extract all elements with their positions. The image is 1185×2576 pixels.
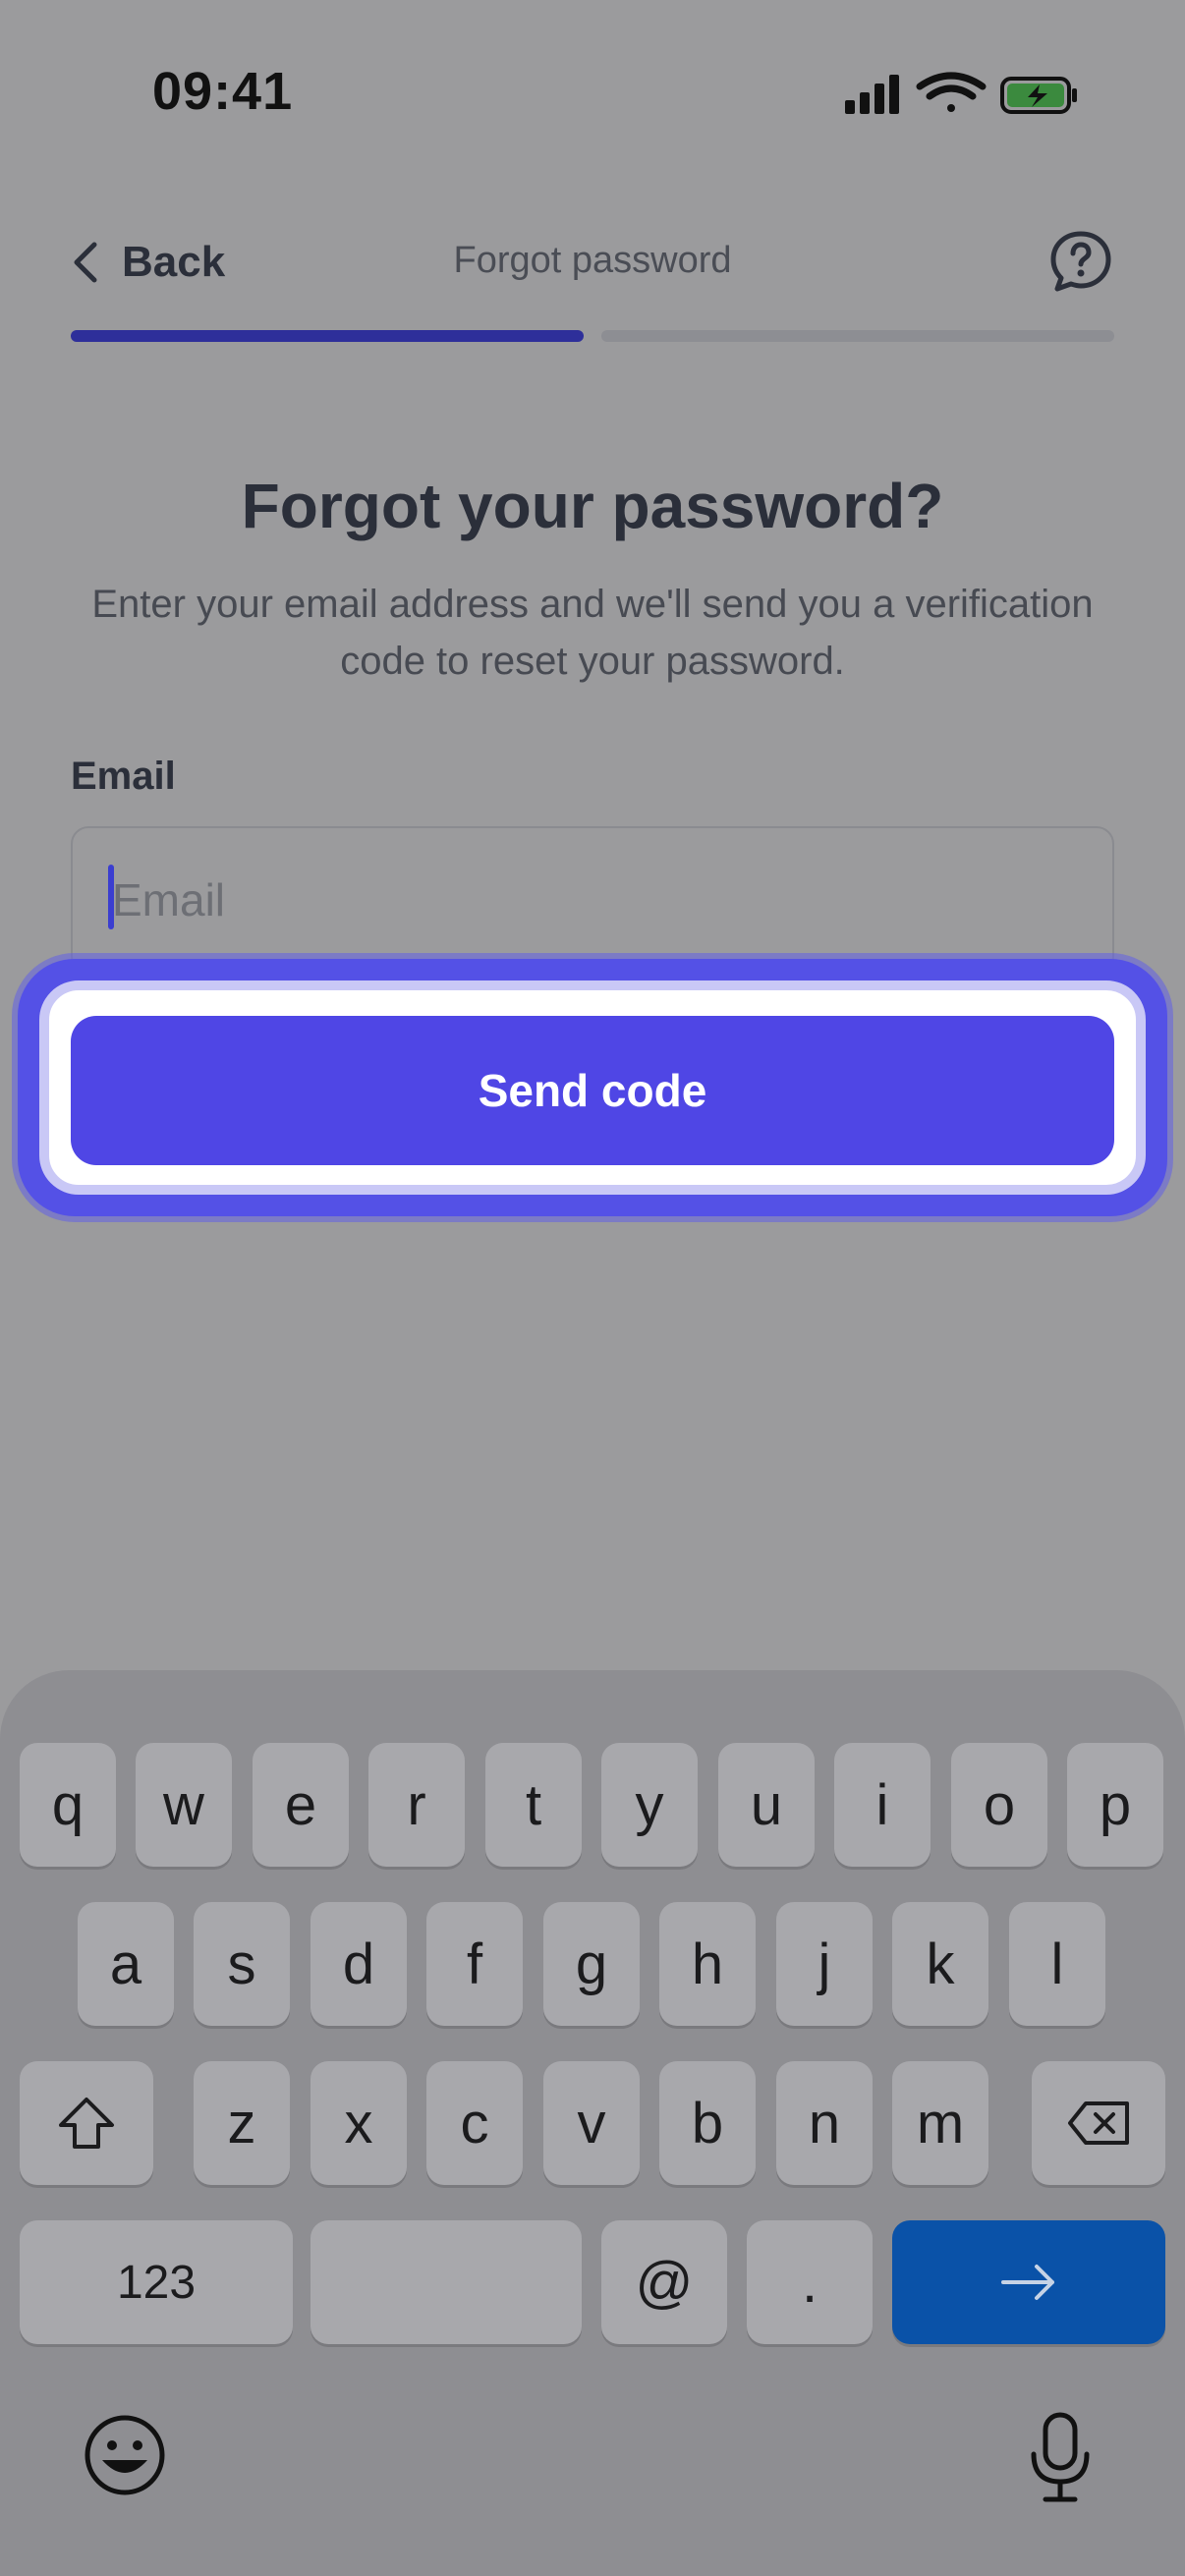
status-icons <box>845 72 1077 114</box>
text-caret <box>108 865 114 929</box>
key-a[interactable]: a <box>78 1902 174 2026</box>
key-q[interactable]: q <box>20 1743 116 1867</box>
key-k[interactable]: k <box>892 1902 988 2026</box>
shift-key[interactable] <box>20 2061 153 2185</box>
dot-key[interactable]: . <box>747 2220 873 2344</box>
backspace-icon <box>1068 2101 1129 2145</box>
key-z[interactable]: z <box>194 2061 290 2185</box>
at-key[interactable]: @ <box>601 2220 727 2344</box>
battery-charging-icon <box>1000 77 1077 114</box>
help-chat-icon[interactable] <box>1049 230 1112 293</box>
screen-title: Forgot password <box>453 240 732 281</box>
key-r[interactable]: r <box>368 1743 465 1867</box>
key-l[interactable]: l <box>1009 1902 1105 2026</box>
key-x[interactable]: x <box>310 2061 407 2185</box>
page-description: Enter your email address and we'll send … <box>91 583 1094 683</box>
backspace-key[interactable] <box>1032 2061 1165 2185</box>
email-label: Email <box>71 755 176 798</box>
key-j[interactable]: j <box>776 1902 873 2026</box>
wifi-icon <box>916 72 987 112</box>
key-c[interactable]: c <box>426 2061 523 2185</box>
key-g[interactable]: g <box>543 1902 640 2026</box>
key-t[interactable]: t <box>485 1743 582 1867</box>
page-heading: Forgot your password? <box>241 471 944 541</box>
key-d[interactable]: d <box>310 1902 407 2026</box>
key-m[interactable]: m <box>892 2061 988 2185</box>
key-y[interactable]: y <box>601 1743 698 1867</box>
send-code-button[interactable]: Send code <box>71 1016 1114 1165</box>
numbers-key[interactable]: 123 <box>20 2220 293 2344</box>
key-b[interactable]: b <box>659 2061 756 2185</box>
space-key[interactable] <box>310 2220 582 2344</box>
key-o[interactable]: o <box>951 1743 1047 1867</box>
emoji-icon[interactable] <box>83 2413 167 2497</box>
key-s[interactable]: s <box>194 1902 290 2026</box>
key-i[interactable]: i <box>834 1743 931 1867</box>
back-label: Back <box>122 238 226 286</box>
key-v[interactable]: v <box>543 2061 640 2185</box>
key-w[interactable]: w <box>136 1743 232 1867</box>
key-f[interactable]: f <box>426 1902 523 2026</box>
back-button[interactable]: Back <box>71 228 225 297</box>
shift-icon <box>59 2098 114 2149</box>
chevron-left-icon <box>74 242 97 283</box>
key-u[interactable]: u <box>718 1743 815 1867</box>
key-h[interactable]: h <box>659 1902 756 2026</box>
return-arrow-icon <box>1001 2265 1054 2300</box>
step-progress <box>71 330 1114 342</box>
progress-step-active <box>71 330 584 342</box>
key-p[interactable]: p <box>1067 1743 1163 1867</box>
key-n[interactable]: n <box>776 2061 873 2185</box>
onscreen-keyboard: q w e r t y u i o p a s d f g h j k l z … <box>0 1670 1185 2576</box>
return-key[interactable] <box>892 2220 1165 2344</box>
email-input[interactable] <box>71 826 1114 974</box>
microphone-icon[interactable] <box>1028 2411 1093 2505</box>
cellular-signal-icon <box>845 75 899 114</box>
status-time: 09:41 <box>152 62 294 121</box>
key-e[interactable]: e <box>253 1743 349 1867</box>
progress-step-remaining <box>601 330 1114 342</box>
